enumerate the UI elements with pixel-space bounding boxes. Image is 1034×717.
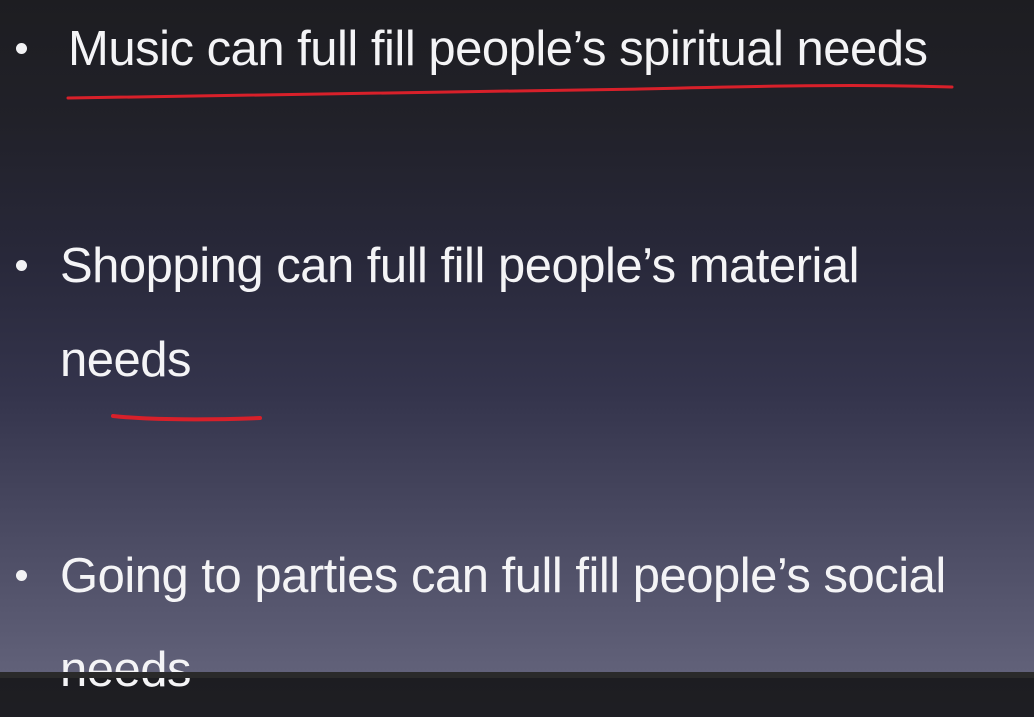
bullet-point-icon [16, 43, 27, 54]
bullet-item-parties: Going to parties can full fill people’s … [0, 526, 1034, 697]
red-underline-stroke [111, 414, 262, 422]
bullet-text: Shopping can full fill people’s material… [60, 219, 1020, 407]
bullet-line: Music can full fill people’s spiritual n… [68, 22, 928, 76]
bullet-point-icon [16, 260, 27, 271]
bullet-line-continuation: needs [60, 643, 192, 697]
bullet-text: Going to parties can full fill people’s … [60, 529, 1020, 717]
bullet-item-shopping: Shopping can full fill people’s material… [0, 216, 1034, 416]
bullet-line: Shopping can full fill people’s material [60, 239, 859, 293]
bullet-text: Music can full fill people’s spiritual n… [68, 2, 1028, 96]
presentation-slide: Music can full fill people’s spiritual n… [0, 0, 1034, 697]
bottom-border [0, 672, 1034, 678]
bullet-item-music: Music can full fill people’s spiritual n… [0, 0, 1034, 100]
bullet-line-continuation: needs [60, 333, 192, 387]
bullet-line: Going to parties can full fill people’s … [60, 549, 946, 603]
bullet-point-icon [16, 570, 27, 581]
